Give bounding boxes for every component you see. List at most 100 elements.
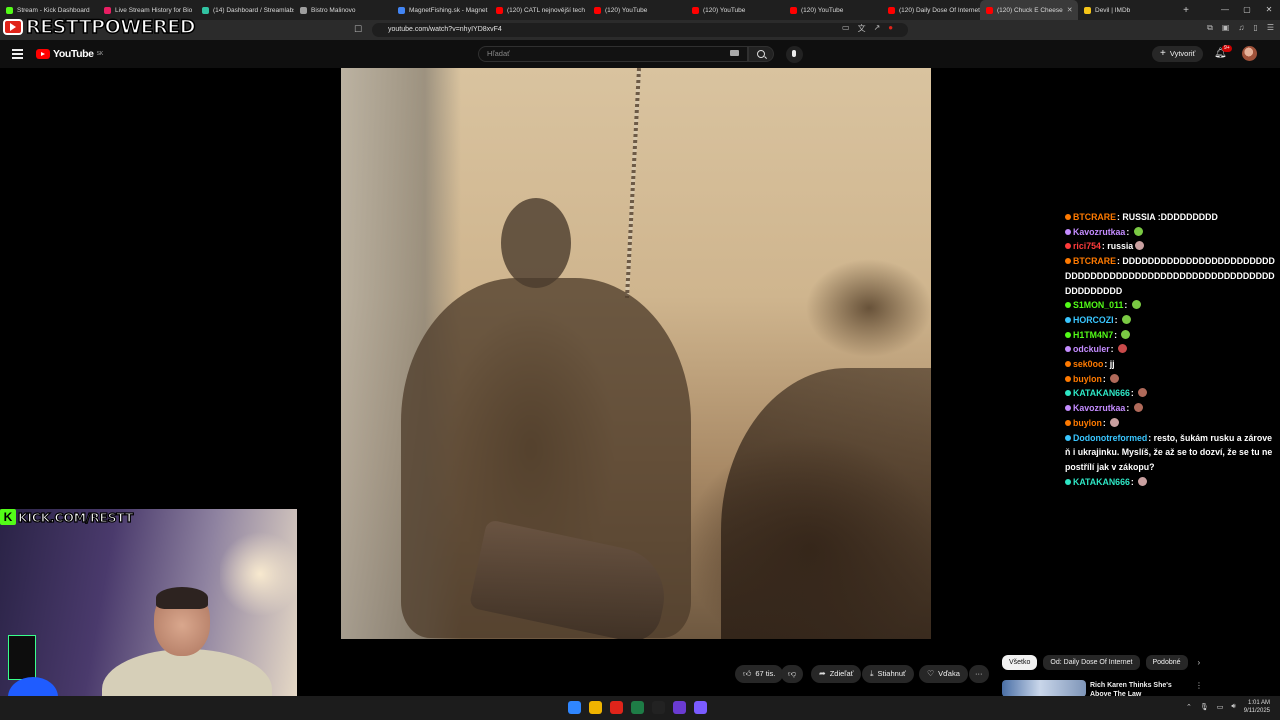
- minimize-icon[interactable]: —: [1214, 0, 1236, 20]
- thumbs-up-icon: 👍︎: [743, 669, 752, 678]
- chat-badge-icon: [1065, 243, 1071, 250]
- taskbar-app-icon[interactable]: [610, 701, 623, 714]
- chat-message: BTCRARE: DDDDDDDDDDDDDDDDDDDDDDDDDDDDDDD…: [1065, 254, 1277, 298]
- tab-label: (120) Chuck E Cheese: [997, 6, 1063, 14]
- system-tray: ⌃ 🎙︎ ▭ 🔊︎ 1:01 AM 9/11/2025: [1186, 699, 1270, 715]
- chat-emote-icon: [1131, 300, 1141, 310]
- sidebar-icon[interactable]: ▯: [1253, 23, 1257, 33]
- chat-message: HORCOZI:: [1065, 313, 1277, 328]
- chat-badge-icon: [1065, 478, 1071, 485]
- browser-tab[interactable]: Devil | IMDb: [1078, 0, 1176, 20]
- tray-chevron-icon[interactable]: ⌃: [1186, 703, 1192, 711]
- chip-similar[interactable]: Podobné: [1145, 655, 1188, 670]
- chat-text: jj: [1109, 359, 1115, 370]
- recommendation-thumbnail[interactable]: [1002, 680, 1086, 697]
- search-input[interactable]: Hľadať: [478, 46, 748, 62]
- video-player[interactable]: [341, 68, 931, 639]
- tab-label: (120) YouTube: [605, 6, 648, 14]
- tab-favicon-icon: [692, 6, 699, 14]
- install-icon[interactable]: ▭: [842, 23, 850, 34]
- recommendation-title[interactable]: Rich Karen Thinks She's Above The Law: [1090, 681, 1190, 697]
- browser-tab[interactable]: (120) YouTube: [686, 0, 784, 20]
- browser-tab[interactable]: (120) Chuck E Cheese ✕: [980, 0, 1078, 20]
- tab-favicon-icon: [986, 6, 993, 14]
- tab-favicon-icon: [300, 6, 307, 14]
- volume-icon[interactable]: 🔊︎: [1231, 703, 1235, 711]
- more-dots-icon: ···: [975, 669, 983, 678]
- tab-close-icon[interactable]: ✕: [1067, 6, 1073, 14]
- search-button[interactable]: [748, 46, 774, 62]
- new-tab-icon[interactable]: +: [1176, 5, 1196, 16]
- chat-badge-icon: [1065, 390, 1071, 397]
- chat-text: RUSSIA :DDDDDDDDD: [1122, 212, 1218, 222]
- dislike-button[interactable]: 👎︎: [781, 665, 804, 683]
- mic-tray-icon[interactable]: 🎙︎: [1200, 703, 1209, 711]
- browser-tab[interactable]: (120) YouTube: [588, 0, 686, 20]
- maximize-icon[interactable]: ▢: [1236, 0, 1258, 20]
- chat-badge-icon: [1065, 405, 1071, 412]
- tab-label: MagnetFishing.sk - Magnet: [409, 6, 488, 14]
- browser-tab[interactable]: Bistro Malinovo: [294, 0, 392, 20]
- chat-username: HORCOZI: [1073, 314, 1114, 325]
- thanks-heart-icon: ♡: [927, 669, 935, 678]
- chevron-right-icon[interactable]: ›: [1194, 655, 1205, 670]
- download-button[interactable]: ⤓ Stiahnuť: [862, 665, 914, 683]
- chat-badge-icon: [1065, 316, 1071, 323]
- browser-tab[interactable]: (120) Daily Dose Of Internet: [882, 0, 980, 20]
- browser-tab[interactable]: (120) YouTube: [784, 0, 882, 20]
- bookmark-icon[interactable]: ☐: [354, 24, 362, 35]
- like-button[interactable]: 👍︎ 67 tis.: [735, 665, 784, 683]
- share-button[interactable]: ➦ Zdieľať: [811, 665, 862, 683]
- thanks-button[interactable]: ♡ Vďaka: [919, 665, 968, 683]
- thumbs-down-icon: 👎︎: [788, 669, 797, 678]
- tab-label: Live Stream History for Bio: [115, 6, 193, 14]
- extensions-icon[interactable]: ⧉: [1207, 23, 1213, 33]
- recommendation-menu-icon[interactable]: ⋮: [1195, 681, 1203, 690]
- tab-favicon-icon: [104, 6, 111, 14]
- browser-tab[interactable]: (14) Dashboard / Streamlabs: [196, 0, 294, 20]
- browser-toolbar-right: ⧉ ▣ ♫ ▯ ☰: [1207, 23, 1274, 33]
- clock-time: 1:01 AM: [1247, 700, 1270, 706]
- taskbar-app-icon[interactable]: [568, 701, 581, 714]
- extension-icon[interactable]: ●: [888, 23, 893, 34]
- screenshot-icon[interactable]: ▣: [1222, 23, 1230, 33]
- chat-message: KATAKAN666:: [1065, 475, 1277, 490]
- taskbar-app-icon[interactable]: [589, 701, 602, 714]
- clock[interactable]: 1:01 AM 9/11/2025: [1244, 699, 1270, 715]
- chat-emote-icon: [1110, 417, 1120, 427]
- chat-message: Dodonotreformed: resto, šukám rusku a zá…: [1065, 431, 1277, 475]
- more-actions-button[interactable]: ···: [969, 665, 989, 683]
- keyboard-icon[interactable]: [730, 50, 739, 56]
- close-icon[interactable]: ✕: [1258, 0, 1280, 20]
- account-avatar[interactable]: [1242, 46, 1257, 61]
- chip-from-channel[interactable]: Od: Daily Dose Of Internet: [1043, 655, 1140, 670]
- translate-icon[interactable]: 文: [858, 23, 866, 34]
- chip-all[interactable]: Všetko: [1002, 655, 1038, 670]
- create-button[interactable]: + Vytvoriť: [1152, 46, 1204, 62]
- chat-username: H1TM4N7: [1073, 329, 1114, 340]
- taskbar-app-icon[interactable]: [652, 701, 665, 714]
- browser-tab[interactable]: MagnetFishing.sk - Magnet: [392, 0, 490, 20]
- chat-message: rici754: russia: [1065, 239, 1277, 254]
- hamburger-menu-icon[interactable]: [12, 49, 23, 61]
- taskbar-app-icon[interactable]: [694, 701, 707, 714]
- browser-tab[interactable]: (120) CATL nejnovější tech: [490, 0, 588, 20]
- share-icon[interactable]: ↗: [874, 23, 881, 34]
- chat-username: KATAKAN666: [1073, 476, 1130, 487]
- voice-search-icon[interactable]: [786, 46, 803, 63]
- youtube-logo[interactable]: YouTube SK: [36, 48, 103, 60]
- video-shadow-head: [501, 198, 571, 288]
- chat-text: russia: [1107, 241, 1134, 252]
- media-icon[interactable]: ♫: [1238, 23, 1244, 33]
- video-rope: [624, 68, 642, 298]
- url-field[interactable]: youtube.com/watch?v=nhyIYD8xvF4: [372, 23, 908, 37]
- taskbar-app-icon[interactable]: [673, 701, 686, 714]
- chat-separator: :: [1126, 226, 1132, 237]
- windows-taskbar: ⌃ 🎙︎ ▭ 🔊︎ 1:01 AM 9/11/2025: [0, 696, 1280, 720]
- network-icon[interactable]: ▭: [1217, 703, 1224, 711]
- taskbar-app-icon[interactable]: [631, 701, 644, 714]
- menu-icon[interactable]: ☰: [1267, 23, 1274, 33]
- chat-separator: :: [1102, 417, 1109, 428]
- chat-username: Kavozrutkaa: [1073, 403, 1126, 414]
- taskbar-apps: [568, 701, 707, 714]
